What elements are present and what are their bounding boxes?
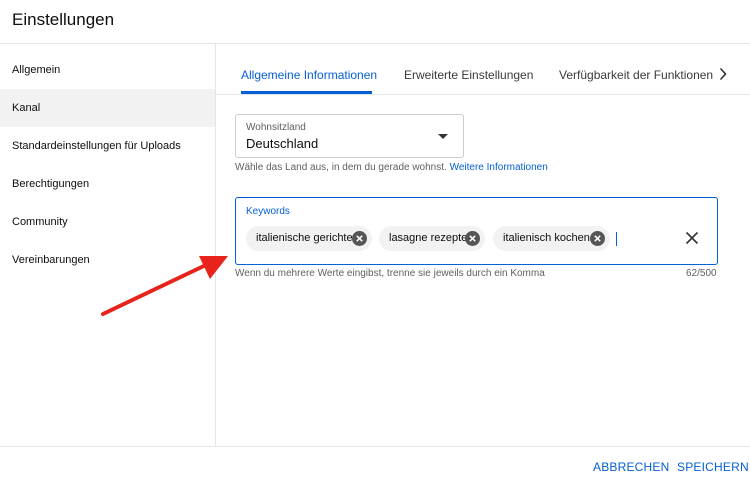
sidebar-item-community[interactable]: Community	[0, 203, 215, 241]
country-select-label: Wohnsitzland	[246, 122, 306, 133]
keyword-chip-text: lasagne rezepte	[389, 232, 468, 244]
keyword-chip: italienische gerichte	[246, 226, 372, 251]
sidebar-item-kanal[interactable]: Kanal	[0, 89, 215, 127]
country-help-text: Wähle das Land aus, in dem du gerade woh…	[235, 162, 447, 173]
cancel-button[interactable]: ABBRECHEN	[593, 460, 669, 474]
keywords-label: Keywords	[246, 206, 290, 217]
keyword-chip: lasagne rezepte	[379, 226, 485, 251]
tab-bar: Allgemeine Informationen Erweiterte Eins…	[216, 44, 750, 95]
keywords-help-text: Wenn du mehrere Werte eingibst, trenne s…	[235, 268, 545, 279]
country-help: Wähle das Land aus, in dem du gerade woh…	[235, 162, 548, 173]
active-tab-indicator	[241, 91, 372, 94]
dialog-title: Einstellungen	[12, 10, 115, 29]
sidebar-item-allgemein[interactable]: Allgemein	[0, 51, 215, 89]
remove-chip-icon[interactable]	[465, 231, 480, 246]
text-cursor	[616, 232, 617, 246]
sidebar-item-upload-defaults[interactable]: Standardeinstellungen für Uploads	[0, 127, 215, 165]
country-select[interactable]: Wohnsitzland Deutschland	[235, 114, 464, 158]
more-info-link[interactable]: Weitere Informationen	[450, 162, 548, 173]
tab-general-info[interactable]: Allgemeine Informationen	[241, 44, 377, 94]
settings-sidebar: Allgemein Kanal Standardeinstellungen fü…	[0, 44, 216, 446]
keywords-char-counter: 62/500	[686, 268, 717, 279]
keyword-chip: italienisch kochen	[493, 226, 610, 251]
save-button[interactable]: SPEICHERN	[677, 460, 749, 474]
remove-chip-icon[interactable]	[590, 231, 605, 246]
keywords-field[interactable]: Keywords italienische gerichte lasagne r…	[235, 197, 718, 265]
dialog-header: Einstellungen	[0, 0, 750, 44]
keyword-chip-text: italienische gerichte	[256, 232, 353, 244]
sidebar-item-berechtigungen[interactable]: Berechtigungen	[0, 165, 215, 203]
dropdown-caret-icon	[438, 134, 448, 139]
country-select-value: Deutschland	[246, 136, 319, 151]
annotation-arrow-icon	[101, 256, 228, 316]
tab-advanced-settings[interactable]: Erweiterte Einstellungen	[404, 44, 533, 94]
clear-keywords-icon[interactable]	[684, 230, 700, 246]
dialog-footer: ABBRECHEN SPEICHERN	[0, 446, 750, 482]
tab-feature-availability[interactable]: Verfügbarkeit der Funktionen	[559, 44, 713, 94]
chevron-right-icon[interactable]	[714, 65, 732, 83]
keyword-chip-text: italienisch kochen	[503, 232, 590, 244]
remove-chip-icon[interactable]	[352, 231, 367, 246]
